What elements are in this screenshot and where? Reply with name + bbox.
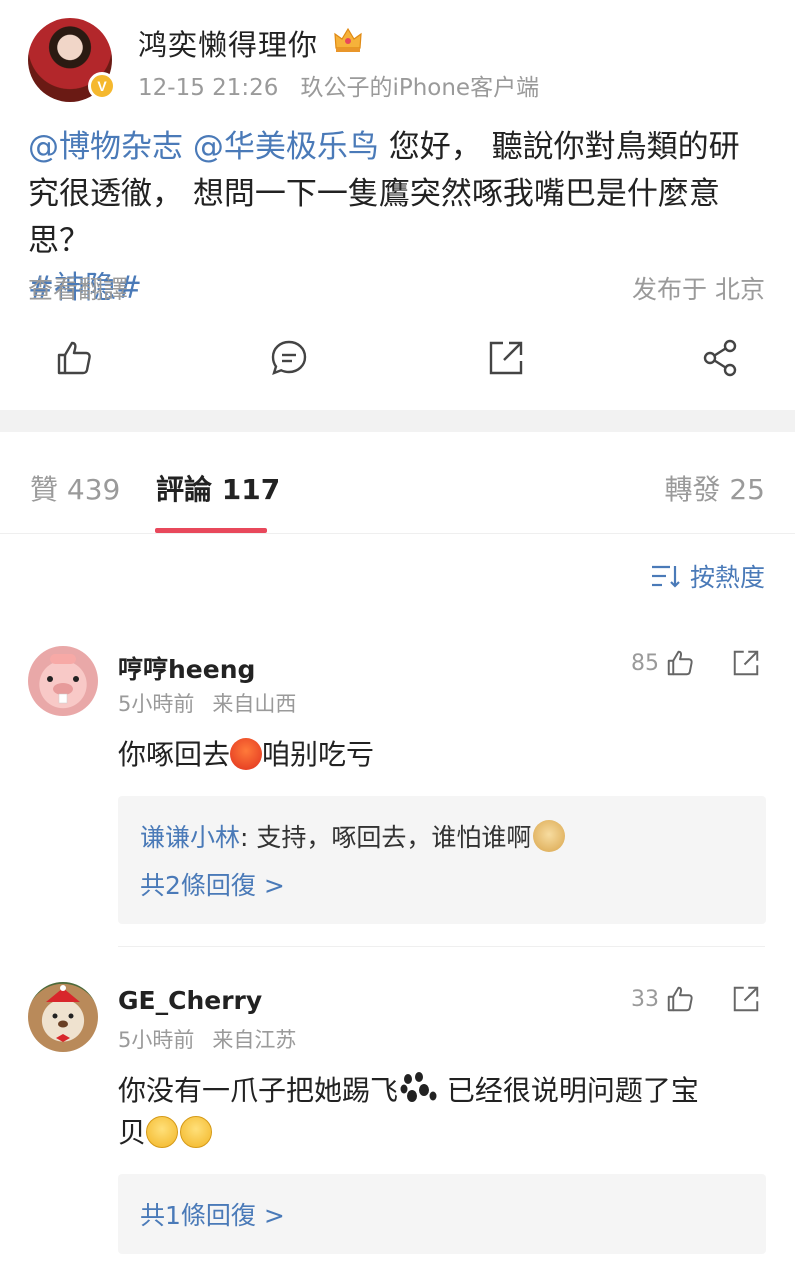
- comment-text-part: 你啄回去: [118, 738, 231, 771]
- comment-text-part: 你没有一爪子把她踢飞: [118, 1074, 399, 1107]
- crown-icon: [334, 27, 362, 52]
- view-replies-link[interactable]: 共2條回復 >: [140, 866, 744, 906]
- share-icon[interactable]: [731, 648, 761, 678]
- sort-label: 按熱度: [689, 563, 765, 592]
- reply-preview[interactable]: 共1條回復 >: [118, 1174, 766, 1254]
- comment-like-count: 85: [631, 650, 659, 676]
- sort-icon: [651, 565, 680, 588]
- paw-emoji-icon: [400, 1072, 437, 1102]
- post-action-bar: [0, 330, 795, 390]
- bear-avatar-icon: [46, 985, 80, 1042]
- comment-text-part: 贝: [118, 1116, 147, 1149]
- comment-text: 你啄回去 咱别吃亏: [118, 734, 748, 776]
- grin-emoji-icon: [146, 1116, 179, 1148]
- comment-like-count: 33: [631, 986, 659, 1012]
- mention-link[interactable]: @博物杂志: [28, 129, 183, 165]
- commenter-avatar[interactable]: [28, 982, 98, 1052]
- translate-link[interactable]: 查看翻譯: [28, 275, 128, 304]
- post-header: V 鸿奕懒得理你 12-15 21:26 玖公子的iPhone客户端: [28, 16, 767, 106]
- post-text: 究很透徹， 想問一下一隻鷹突然啄我嘴巴是什麼意思？: [28, 176, 720, 259]
- author-avatar[interactable]: V: [28, 18, 116, 102]
- grin-emoji-icon: [180, 1116, 213, 1148]
- section-divider: [0, 410, 795, 432]
- active-tab-indicator: [155, 528, 267, 533]
- thumbs-up-icon: [667, 650, 693, 676]
- reply-user[interactable]: 谦谦小林: [140, 823, 240, 852]
- angry-emoji-icon: [230, 738, 263, 770]
- reply-item: 谦谦小林: 支持，啄回去，谁怕谁啊: [140, 818, 744, 858]
- comment-like-button[interactable]: 85: [631, 648, 695, 678]
- post-time: 12-15 21:26: [138, 75, 279, 101]
- commenter-name[interactable]: GE_Cherry: [118, 986, 262, 1015]
- comment-text: 你没有一爪子把她踢飞 已经很说明问题了宝 贝: [118, 1070, 748, 1154]
- comment-like-button[interactable]: 33: [631, 984, 695, 1014]
- reply-preview[interactable]: 谦谦小林: 支持，啄回去，谁怕谁啊 共2條回復 >: [118, 796, 766, 924]
- post-meta: 12-15 21:26 玖公子的iPhone客户端: [138, 68, 539, 102]
- post-text: 您好， 聽說你對鳥類的研: [378, 129, 740, 165]
- tab-reposts[interactable]: 轉發 25: [664, 468, 765, 508]
- comment-text-part: 已经很说明问题了宝: [438, 1074, 699, 1107]
- beaver-avatar-icon: [47, 654, 79, 704]
- comment-icon[interactable]: [269, 338, 309, 378]
- network-share-icon[interactable]: [701, 338, 741, 378]
- post-footer: 查看翻譯 发布于 北京: [28, 270, 765, 306]
- mention-link[interactable]: @华美极乐鸟: [193, 129, 379, 165]
- author-name[interactable]: 鸿奕懒得理你: [138, 22, 318, 64]
- doge-emoji-icon: [533, 820, 566, 852]
- sort-button[interactable]: 按熱度: [650, 558, 765, 594]
- reply-text: : 支持，啄回去，谁怕谁啊: [240, 823, 532, 852]
- tab-comments[interactable]: 評論 117: [156, 468, 280, 508]
- comment-time: 5小時前: [118, 692, 195, 716]
- view-replies-link[interactable]: 共1條回復 >: [140, 1196, 744, 1236]
- tab-bar: 贊 439 評論 117 轉發 25: [0, 432, 795, 534]
- post-source: 玖公子的iPhone客户端: [300, 75, 540, 101]
- thumbs-up-icon[interactable]: [54, 338, 94, 378]
- commenter-avatar[interactable]: [28, 646, 98, 716]
- comment-text-part: 咱别吃亏: [262, 738, 375, 771]
- comment-location: 来自山西: [212, 692, 297, 716]
- comment-meta: 5小時前 来自江苏: [118, 1024, 296, 1054]
- share-icon[interactable]: [731, 984, 761, 1014]
- post-location: 发布于 北京: [632, 275, 765, 304]
- share-icon[interactable]: [486, 338, 526, 378]
- commenter-name[interactable]: 哼哼heeng: [118, 650, 255, 686]
- verified-badge-icon: V: [88, 72, 116, 100]
- comment-location: 来自江苏: [212, 1028, 297, 1052]
- thumbs-up-icon: [667, 986, 693, 1012]
- comment-meta: 5小時前 来自山西: [118, 688, 296, 718]
- comment-time: 5小時前: [118, 1028, 195, 1052]
- tab-likes[interactable]: 贊 439: [30, 468, 120, 508]
- comment-divider: [118, 946, 765, 947]
